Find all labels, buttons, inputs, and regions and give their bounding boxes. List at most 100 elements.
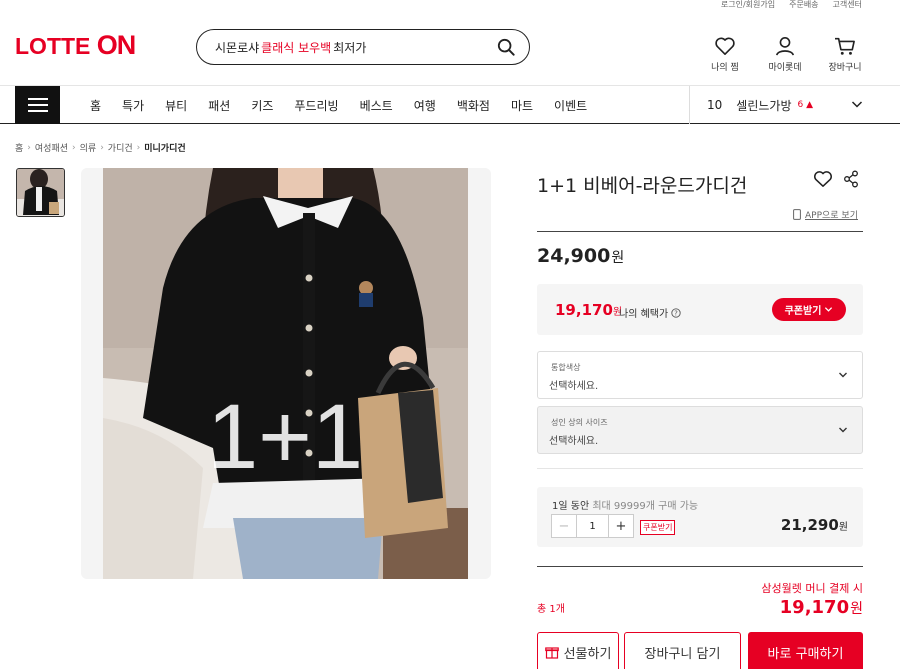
breadcrumb-separator-icon: › xyxy=(72,142,76,153)
svg-text:?: ? xyxy=(674,309,678,317)
total-count: 총 1개 xyxy=(537,604,565,615)
item-price-value: 21,290 xyxy=(780,516,839,534)
cart-label: 장바구니 xyxy=(828,63,862,73)
app-view-link[interactable]: APP으로 보기 xyxy=(793,208,858,221)
nav-item-food-living[interactable]: 푸드리빙 xyxy=(294,97,338,114)
heart-icon xyxy=(715,37,735,55)
nav-item-deals[interactable]: 특가 xyxy=(122,97,144,114)
nav-item-department[interactable]: 백화점 xyxy=(457,97,490,114)
product-title: 1+1 비베어-라운드가디건 xyxy=(537,175,748,197)
nav-item-best[interactable]: 베스트 xyxy=(360,97,393,114)
orders-link[interactable]: 주문배송 xyxy=(789,0,818,14)
limit-max: 최대 99999개 xyxy=(592,501,655,512)
nav-item-mart[interactable]: 마트 xyxy=(511,97,533,114)
chevron-down-icon xyxy=(839,372,847,378)
mylotte-button[interactable]: 마이롯데 xyxy=(766,36,804,73)
cart-button[interactable]: 장바구니 xyxy=(826,36,864,73)
search-icon[interactable] xyxy=(497,38,515,56)
total-price: 19,170원 xyxy=(780,597,863,618)
product-main-image[interactable]: 1+1 xyxy=(103,168,468,579)
nav-item-kids[interactable]: 키즈 xyxy=(251,97,273,114)
divider xyxy=(537,566,863,567)
price-currency: 원 xyxy=(611,250,625,266)
chevron-down-icon xyxy=(825,307,833,312)
buy-now-button[interactable]: 바로 구매하기 xyxy=(748,632,863,669)
nav-item-event[interactable]: 이벤트 xyxy=(554,97,587,114)
quantity-decrease-button[interactable]: − xyxy=(552,515,576,537)
search-keyword-brand: 시몬로샤 xyxy=(215,40,260,55)
nav-item-beauty[interactable]: 뷰티 xyxy=(165,97,187,114)
util-links: 로그인/회원가입 주문배송 고객센터 xyxy=(721,0,862,14)
breadcrumb-separator-icon: › xyxy=(136,142,141,153)
quantity-box: 1일 동안 최대 99999개 구매 가능 − 1 + 쿠폰받기 21,290원 xyxy=(537,487,863,547)
option-value: 선택하세요. xyxy=(549,436,599,447)
chevron-down-icon xyxy=(839,427,847,433)
item-price: 21,290원 xyxy=(781,516,848,534)
product-photo: 1+1 xyxy=(103,168,468,579)
breadcrumb-item[interactable]: 홈 xyxy=(15,141,23,154)
wishlist-label: 나의 찜 xyxy=(711,63,739,73)
add-to-cart-button[interactable]: 장바구니 담기 xyxy=(624,632,741,669)
divider xyxy=(537,231,863,232)
gift-button-label: 선물하기 xyxy=(563,646,612,662)
trending-delta: 6 ▲ xyxy=(797,100,813,110)
quantity-value[interactable]: 1 xyxy=(576,515,609,537)
nav-item-fashion[interactable]: 패션 xyxy=(208,97,230,114)
quantity-stepper: − 1 + xyxy=(551,514,634,538)
breadcrumb-separator-icon: › xyxy=(100,142,104,153)
product-thumbnail[interactable] xyxy=(16,168,65,217)
breadcrumb-separator-icon: › xyxy=(27,142,31,153)
buy-button-label: 바로 구매하기 xyxy=(767,646,844,662)
benefit-label-text: 나의 혜택가 xyxy=(619,309,669,320)
total-price-currency: 원 xyxy=(850,601,863,617)
gift-button[interactable]: 선물하기 xyxy=(537,632,619,669)
divider xyxy=(537,468,863,469)
option-select-color[interactable]: 통합색상 선택하세요. xyxy=(537,351,863,399)
nav-item-home[interactable]: 홈 xyxy=(90,97,101,114)
search-keyword-suffix: 최저가 xyxy=(333,40,367,55)
logo-text: LOTTE xyxy=(15,33,91,59)
breadcrumb-item[interactable]: 여성패션 xyxy=(35,141,68,154)
item-coupon-button[interactable]: 쿠폰받기 xyxy=(640,520,676,535)
benefit-box: 19,170원 나의 혜택가 ? 쿠폰받기 xyxy=(537,284,863,335)
cart-button-label: 장바구니 담기 xyxy=(644,646,721,662)
benefit-label: 나의 혜택가 ? xyxy=(619,305,681,320)
get-coupon-button[interactable]: 쿠폰받기 xyxy=(772,298,846,321)
support-link[interactable]: 고객센터 xyxy=(833,0,862,14)
price-value: 24,900 xyxy=(537,245,611,267)
item-price-currency: 원 xyxy=(838,522,848,533)
thumbnail-image xyxy=(17,169,64,216)
breadcrumb-item[interactable]: 의류 xyxy=(80,141,97,154)
user-icon xyxy=(776,37,794,56)
lotte-on-logo[interactable]: LOTTE ON xyxy=(15,30,136,61)
purchase-limit: 1일 동안 최대 99999개 구매 가능 xyxy=(552,497,698,512)
option-label: 성인 상의 사이즈 xyxy=(551,418,608,427)
nav-items: 홈 특가 뷰티 패션 키즈 푸드리빙 베스트 여행 백화점 마트 이벤트 xyxy=(90,86,587,124)
product-price: 24,900원 xyxy=(537,245,624,267)
trending-keyword[interactable]: 10 셀린느가방 6 ▲ xyxy=(689,86,863,124)
image-overlay-text: 1+1 xyxy=(207,386,363,488)
logo-on-text: ON xyxy=(96,30,136,60)
total-payment-note: 삼성월렛 머니 결제 시 xyxy=(761,582,863,595)
header-icons: 나의 찜 마이롯데 장바구니 xyxy=(706,36,864,73)
info-icon[interactable]: ? xyxy=(671,307,681,318)
hamburger-menu-button[interactable] xyxy=(15,86,60,124)
heart-icon[interactable] xyxy=(813,170,833,188)
chevron-down-icon[interactable] xyxy=(851,98,863,110)
share-icon[interactable] xyxy=(843,170,859,188)
option-value: 선택하세요. xyxy=(549,381,599,392)
wishlist-button[interactable]: 나의 찜 xyxy=(706,36,744,73)
benefit-price-value: 19,170 xyxy=(555,301,613,319)
quantity-increase-button[interactable]: + xyxy=(609,515,633,537)
nav-item-travel[interactable]: 여행 xyxy=(414,97,436,114)
breadcrumb-current[interactable]: 미니가디건 xyxy=(144,141,185,154)
option-select-size[interactable]: 성인 상의 사이즈 선택하세요. xyxy=(537,406,863,454)
search-input[interactable]: 시몬로샤 클래식 보우백 최저가 xyxy=(196,29,530,65)
app-view-label: APP으로 보기 xyxy=(805,211,858,221)
mylotte-label: 마이롯데 xyxy=(768,63,802,73)
benefit-price: 19,170원 xyxy=(555,301,622,319)
limit-text: 1일 동안 xyxy=(552,501,590,512)
option-label: 통합색상 xyxy=(551,363,581,372)
login-link[interactable]: 로그인/회원가입 xyxy=(721,0,775,14)
breadcrumb-item[interactable]: 가디건 xyxy=(108,141,133,154)
